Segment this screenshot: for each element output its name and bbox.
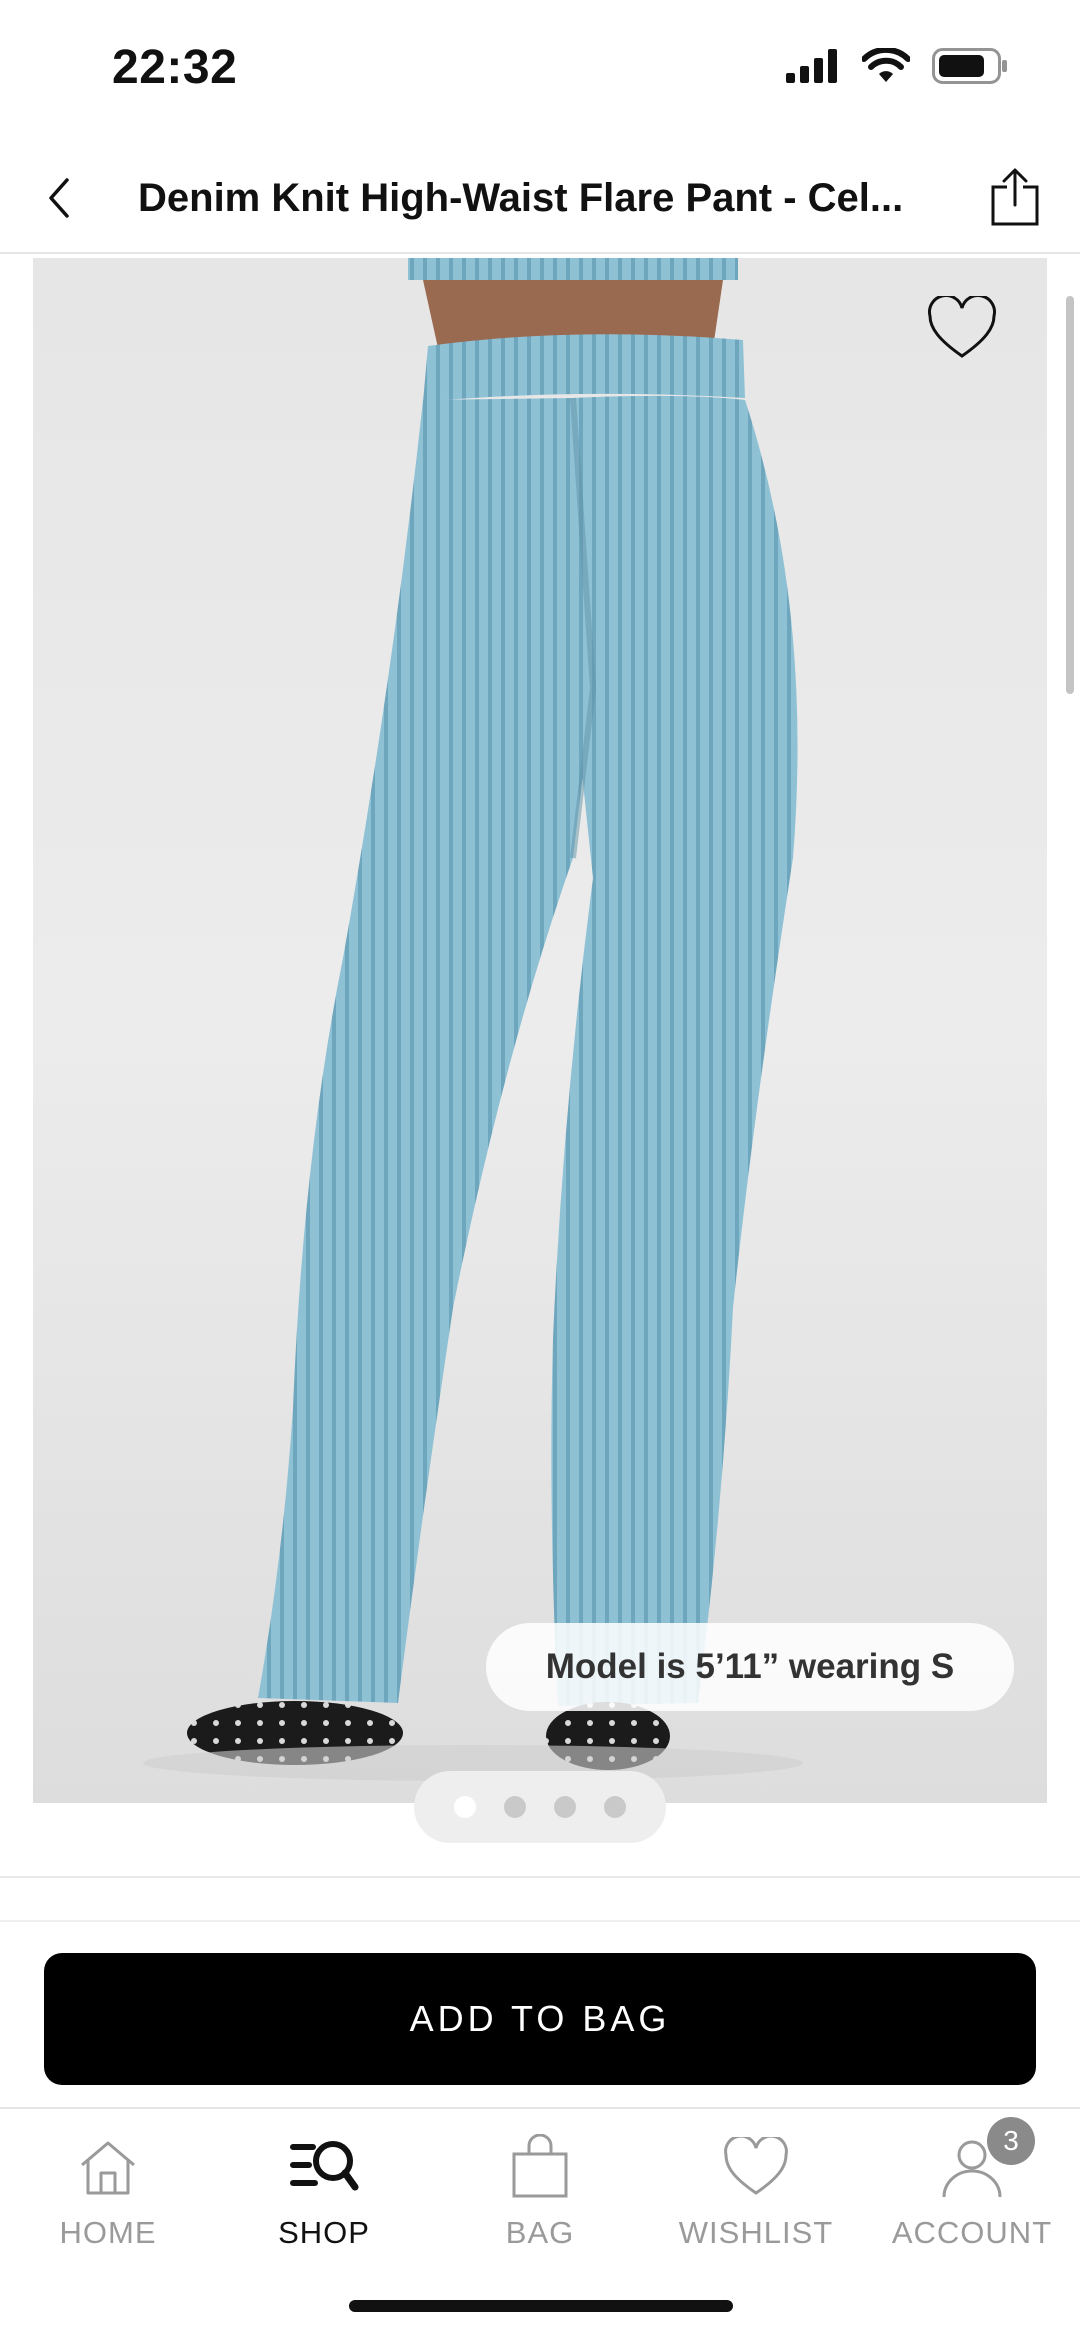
share-icon [991, 168, 1039, 226]
battery-icon [932, 48, 1007, 84]
chevron-left-icon [49, 178, 69, 218]
pagination-dot[interactable] [554, 1796, 576, 1818]
wishlist-heart-icon[interactable] [927, 296, 997, 362]
product-header: Denim Knit High-Waist Flare Pant - Cel..… [0, 150, 1080, 254]
add-to-bag-button[interactable]: ADD TO BAG [44, 1953, 1036, 2085]
notification-badge: 3 [987, 2117, 1035, 2165]
status-time: 22:32 [112, 41, 238, 94]
gallery-pagination[interactable] [414, 1771, 666, 1843]
model-size-info: Model is 5’11” wearing S [486, 1623, 1014, 1711]
tab-label: BAG [505, 2215, 575, 2250]
tab-label: HOME [59, 2215, 157, 2250]
signal-icon [786, 49, 837, 83]
shop-search-icon [290, 2141, 359, 2191]
pagination-dot[interactable] [504, 1796, 526, 1818]
home-indicator[interactable] [349, 2300, 733, 2312]
heart-icon [724, 2137, 788, 2195]
page-title: Denim Knit High-Waist Flare Pant - Cel..… [138, 176, 904, 220]
wifi-icon [862, 48, 910, 82]
product-image [143, 258, 803, 1781]
tab-wishlist[interactable]: WISHLIST [648, 2109, 864, 2259]
tab-label: SHOP [278, 2215, 370, 2250]
divider [0, 1920, 1080, 1922]
tab-label: ACCOUNT [891, 2215, 1053, 2250]
pagination-dot[interactable] [604, 1796, 626, 1818]
status-icons [786, 48, 1008, 84]
back-button[interactable] [30, 168, 90, 228]
divider [0, 1876, 1080, 1878]
pagination-dot[interactable] [454, 1796, 476, 1818]
tab-bag[interactable]: BAG [432, 2109, 648, 2259]
scrollbar[interactable] [1066, 296, 1074, 694]
home-icon [81, 2141, 135, 2195]
product-image-gallery[interactable]: Model is 5’11” wearing S [33, 258, 1047, 1803]
tab-label: WISHLIST [678, 2215, 834, 2250]
tab-shop[interactable]: SHOP [216, 2109, 432, 2259]
tab-home[interactable]: HOME [0, 2109, 216, 2259]
bottom-tab-bar: HOME SHOP BAG WISHLIST ACCOUNT 3 [0, 2107, 1080, 2259]
status-bar: 22:32 [0, 0, 1080, 140]
bag-icon [512, 2134, 568, 2198]
share-button[interactable] [980, 162, 1050, 232]
tab-account[interactable]: ACCOUNT 3 [864, 2109, 1080, 2259]
